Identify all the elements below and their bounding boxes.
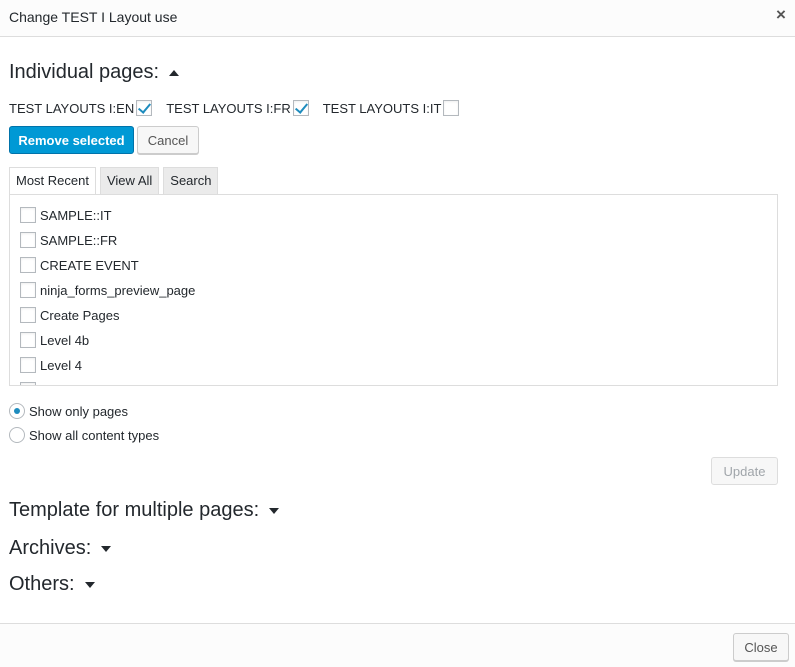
page-checkbox[interactable] [20, 257, 36, 273]
page-checkbox[interactable] [20, 207, 36, 223]
update-button[interactable]: Update [711, 457, 778, 485]
list-item[interactable]: ninja_forms_preview_page [20, 282, 195, 298]
page-label: SAMPLE::FR [40, 232, 118, 248]
list-item[interactable]: CREATE EVENT [20, 257, 139, 273]
page-label: SAMPLE::IT [40, 207, 112, 223]
language-checkboxes: TEST LAYOUTS I:EN TEST LAYOUTS I:FR TEST… [9, 100, 473, 116]
page-label: CREATE EVENT [40, 257, 139, 273]
language-item-en[interactable]: TEST LAYOUTS I:EN [9, 100, 153, 116]
language-checkbox-en[interactable] [136, 100, 153, 116]
individual-pages-heading-label: Individual pages: [9, 61, 160, 83]
list-item[interactable]: Level 4 [20, 357, 82, 373]
list-item[interactable]: SAMPLE::IT [20, 207, 112, 223]
tab-search[interactable]: Search [163, 167, 219, 194]
dialog-footer [0, 623, 795, 667]
section-heading-label: Archives: [9, 537, 92, 559]
page-label: Level 4b [40, 332, 90, 348]
caret-up-icon [169, 69, 180, 76]
page-checkbox[interactable] [20, 307, 36, 323]
remove-selected-button[interactable]: Remove selected [9, 126, 134, 154]
radio-show-all-content-types[interactable]: Show all content types [9, 427, 159, 443]
list-item-partial[interactable] [20, 382, 36, 385]
language-label: TEST LAYOUTS I:IT [322, 100, 442, 116]
language-checkbox-it[interactable] [443, 100, 460, 116]
language-checkbox-fr[interactable] [292, 100, 309, 116]
radio-button[interactable] [9, 403, 25, 419]
page-checkbox[interactable] [20, 382, 36, 385]
page-checkbox[interactable] [20, 332, 36, 348]
list-item[interactable]: SAMPLE::FR [20, 232, 117, 248]
section-heading-label: Others: [9, 573, 75, 595]
list-item[interactable]: Level 4b [20, 332, 89, 348]
list-item[interactable]: Create Pages [20, 307, 120, 323]
page-label: ninja_forms_preview_page [40, 282, 196, 298]
language-item-it[interactable]: TEST LAYOUTS I:IT [323, 100, 460, 116]
page-tabs: Most Recent View All Search [9, 167, 219, 195]
page-label: Create Pages [40, 307, 120, 323]
page-checkbox[interactable] [20, 282, 36, 298]
radio-button[interactable] [9, 427, 25, 443]
language-item-fr[interactable]: TEST LAYOUTS I:FR [166, 100, 309, 116]
archives-heading[interactable]: Archives: [9, 537, 112, 560]
page-list[interactable]: SAMPLE::IT SAMPLE::FR CREATE EVENT ninja… [9, 194, 778, 386]
tab-view-all[interactable]: View All [99, 167, 160, 194]
individual-pages-heading[interactable]: Individual pages: [9, 61, 180, 84]
language-label: TEST LAYOUTS I:EN [9, 100, 135, 116]
close-button[interactable]: Close [733, 633, 789, 661]
tab-most-recent[interactable]: Most Recent [9, 167, 96, 195]
caret-down-icon [101, 545, 112, 552]
page-label: Level 4 [40, 357, 82, 373]
radio-label: Show only pages [29, 403, 129, 419]
page-checkbox[interactable] [20, 232, 36, 248]
radio-show-only-pages[interactable]: Show only pages [9, 403, 128, 419]
radio-label: Show all content types [29, 427, 160, 443]
dialog-title: Change TEST I Layout use [9, 9, 178, 25]
close-icon[interactable]: × [776, 6, 786, 23]
caret-down-icon [84, 581, 95, 588]
template-multiple-pages-heading[interactable]: Template for multiple pages: [9, 499, 280, 522]
language-label: TEST LAYOUTS I:FR [166, 100, 291, 116]
dialog-titlebar: Change TEST I Layout use × [0, 0, 795, 37]
page-checkbox[interactable] [20, 357, 36, 373]
cancel-button[interactable]: Cancel [137, 126, 199, 154]
section-heading-label: Template for multiple pages: [9, 499, 260, 521]
caret-down-icon [269, 507, 280, 514]
others-heading[interactable]: Others: [9, 573, 95, 596]
